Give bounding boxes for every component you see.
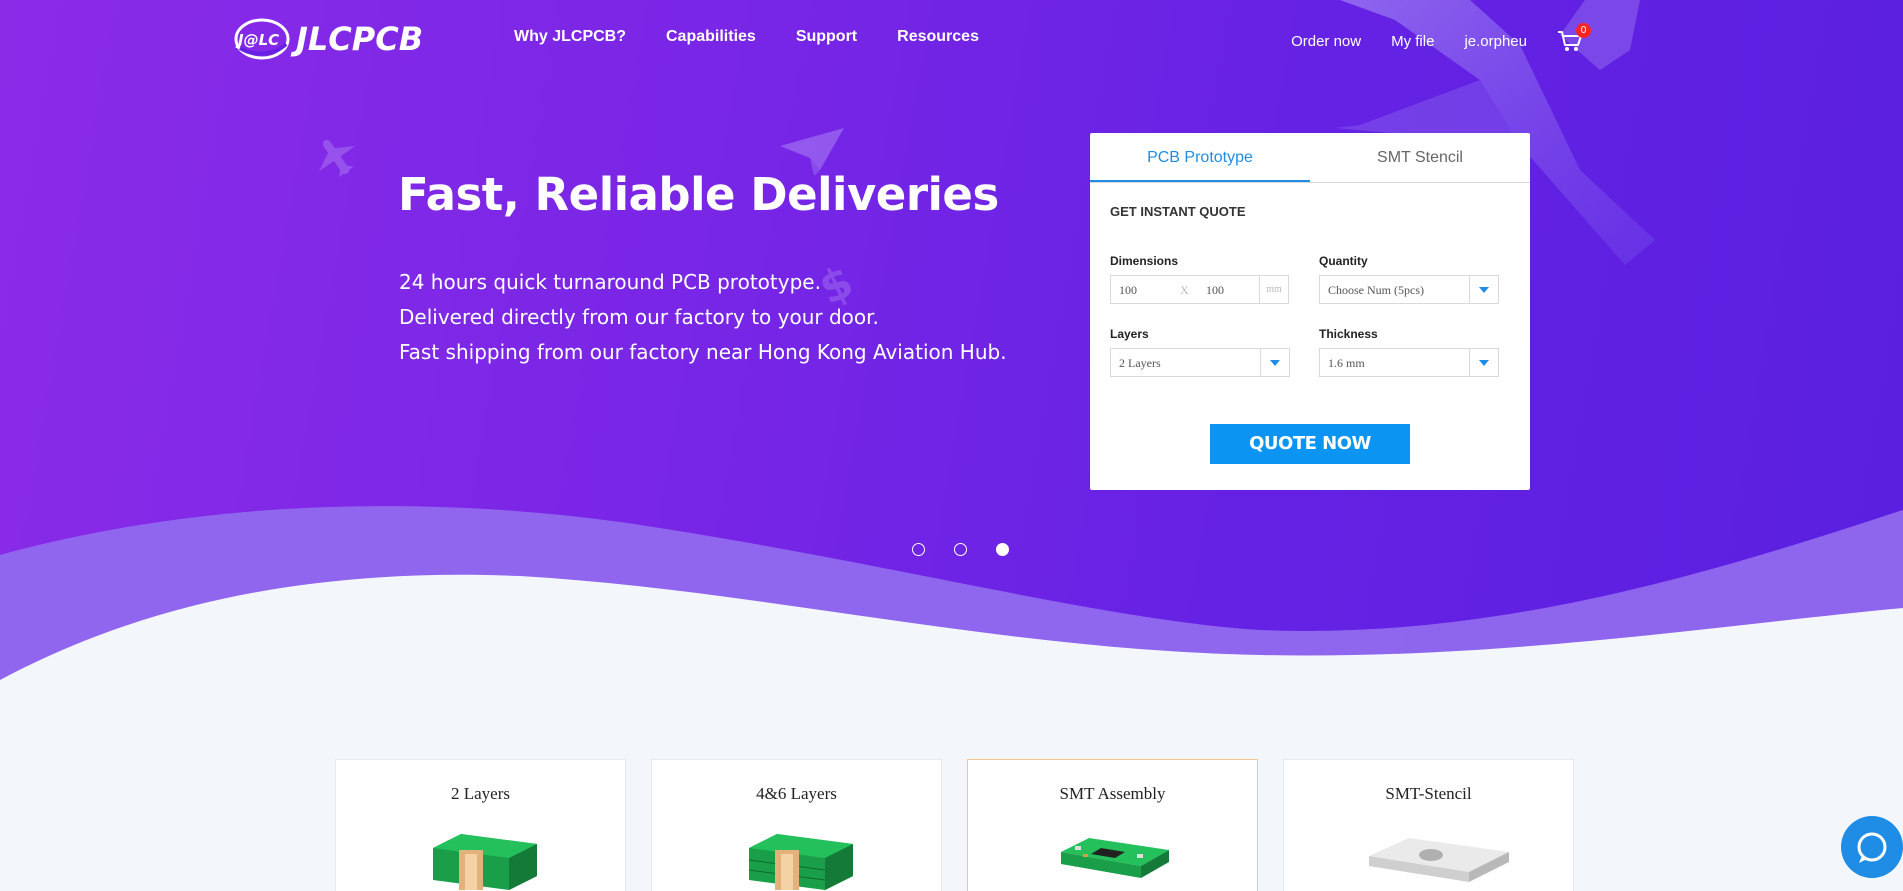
- user-menu: Order now My file je.orpheu 0: [1291, 23, 1591, 53]
- nav-resources[interactable]: Resources: [897, 28, 979, 46]
- quantity-select[interactable]: Choose Num (5pcs): [1319, 275, 1499, 304]
- dimensions-label: Dimensions: [1110, 254, 1179, 268]
- carousel-indicators: [912, 543, 1009, 556]
- layers-label: Layers: [1110, 327, 1149, 341]
- layers-select[interactable]: 2 Layers: [1110, 348, 1290, 377]
- thickness-value: 1.6 mm: [1328, 356, 1365, 370]
- order-now-link[interactable]: Order now: [1291, 33, 1361, 50]
- smt-board-icon: [1061, 838, 1169, 878]
- hero-line: Delivered directly from our factory to y…: [399, 305, 879, 329]
- pcb-multilayer-icon: [748, 834, 853, 890]
- small-airplane-icon: [319, 139, 356, 177]
- product-card-title: 4&6 Layers: [756, 784, 837, 803]
- username-link[interactable]: je.orpheu: [1464, 33, 1527, 50]
- hero-line: Fast shipping from our factory near Hong…: [399, 340, 1007, 364]
- chevron-down-icon: [1469, 349, 1498, 376]
- carousel-dot-2[interactable]: [954, 543, 967, 556]
- quantity-label: Quantity: [1319, 254, 1368, 268]
- chevron-down-icon: [1469, 276, 1498, 303]
- carousel-dot-1[interactable]: [912, 543, 925, 556]
- brand-name: JLCPCB: [296, 20, 424, 58]
- hero-headline: Fast, Reliable Deliveries: [398, 168, 999, 221]
- dimension-x-input[interactable]: 100: [1119, 283, 1137, 298]
- nav-why-jlcpcb[interactable]: Why JLCPCB?: [514, 28, 626, 46]
- brand-mark-text: J@LC: [235, 31, 279, 49]
- tab-smt-stencil[interactable]: SMT Stencil: [1310, 133, 1530, 182]
- hero-line: 24 hours quick turnaround PCB prototype.: [399, 270, 821, 294]
- pcb-2-layers-icon: [433, 834, 537, 890]
- my-file-link[interactable]: My file: [1391, 33, 1434, 50]
- jlc-logo-icon: J@LC: [234, 18, 290, 60]
- stencil-icon: [1369, 838, 1509, 882]
- main-menu: Why JLCPCB? Capabilities Support Resourc…: [514, 28, 979, 46]
- dimension-separator: X: [1180, 283, 1189, 297]
- quote-now-button[interactable]: QUOTE NOW: [1210, 424, 1410, 464]
- hero-description: 24 hours quick turnaround PCB prototype.…: [399, 265, 1007, 370]
- cart-button[interactable]: 0: [1557, 23, 1591, 53]
- dimensions-field: 100 X 100 mm: [1110, 275, 1289, 304]
- layers-value: 2 Layers: [1119, 356, 1161, 370]
- chevron-down-icon: [1260, 349, 1289, 376]
- product-card-title: SMT-Stencil: [1385, 784, 1472, 803]
- product-card-2-layers[interactable]: 2 Layers: [335, 759, 626, 891]
- quote-tabs: PCB Prototype SMT Stencil: [1090, 133, 1530, 183]
- cart-count-badge: 0: [1576, 23, 1591, 38]
- tab-pcb-prototype[interactable]: PCB Prototype: [1090, 133, 1310, 182]
- dimension-unit: mm: [1259, 276, 1288, 303]
- product-card-smt-stencil[interactable]: SMT-Stencil: [1283, 759, 1574, 891]
- product-card-title: 2 Layers: [450, 784, 510, 803]
- product-card-4-6-layers[interactable]: 4&6 Layers: [651, 759, 942, 891]
- product-card-smt-assembly[interactable]: SMT Assembly: [967, 759, 1258, 891]
- product-cards: 2 Layers 4&6 Layers SMT Assembly SMT-Ste…: [335, 759, 1574, 891]
- brand-logo[interactable]: J@LC JLCPCB: [234, 18, 423, 60]
- nav-support[interactable]: Support: [796, 28, 857, 46]
- dimension-y-input[interactable]: 100: [1206, 283, 1224, 298]
- live-chat-button[interactable]: [1841, 816, 1903, 878]
- top-navigation: J@LC JLCPCB Why JLCPCB? Capabilities Sup…: [0, 0, 1903, 76]
- instant-quote-panel: PCB Prototype SMT Stencil GET INSTANT QU…: [1090, 133, 1530, 490]
- quote-title: GET INSTANT QUOTE: [1110, 204, 1246, 219]
- quantity-value: Choose Num (5pcs): [1328, 283, 1424, 297]
- thickness-select[interactable]: 1.6 mm: [1319, 348, 1499, 377]
- chat-bubble-icon: [1857, 832, 1887, 863]
- product-card-title: SMT Assembly: [1059, 784, 1166, 803]
- thickness-label: Thickness: [1319, 327, 1378, 341]
- nav-capabilities[interactable]: Capabilities: [666, 28, 756, 46]
- carousel-dot-3[interactable]: [996, 543, 1009, 556]
